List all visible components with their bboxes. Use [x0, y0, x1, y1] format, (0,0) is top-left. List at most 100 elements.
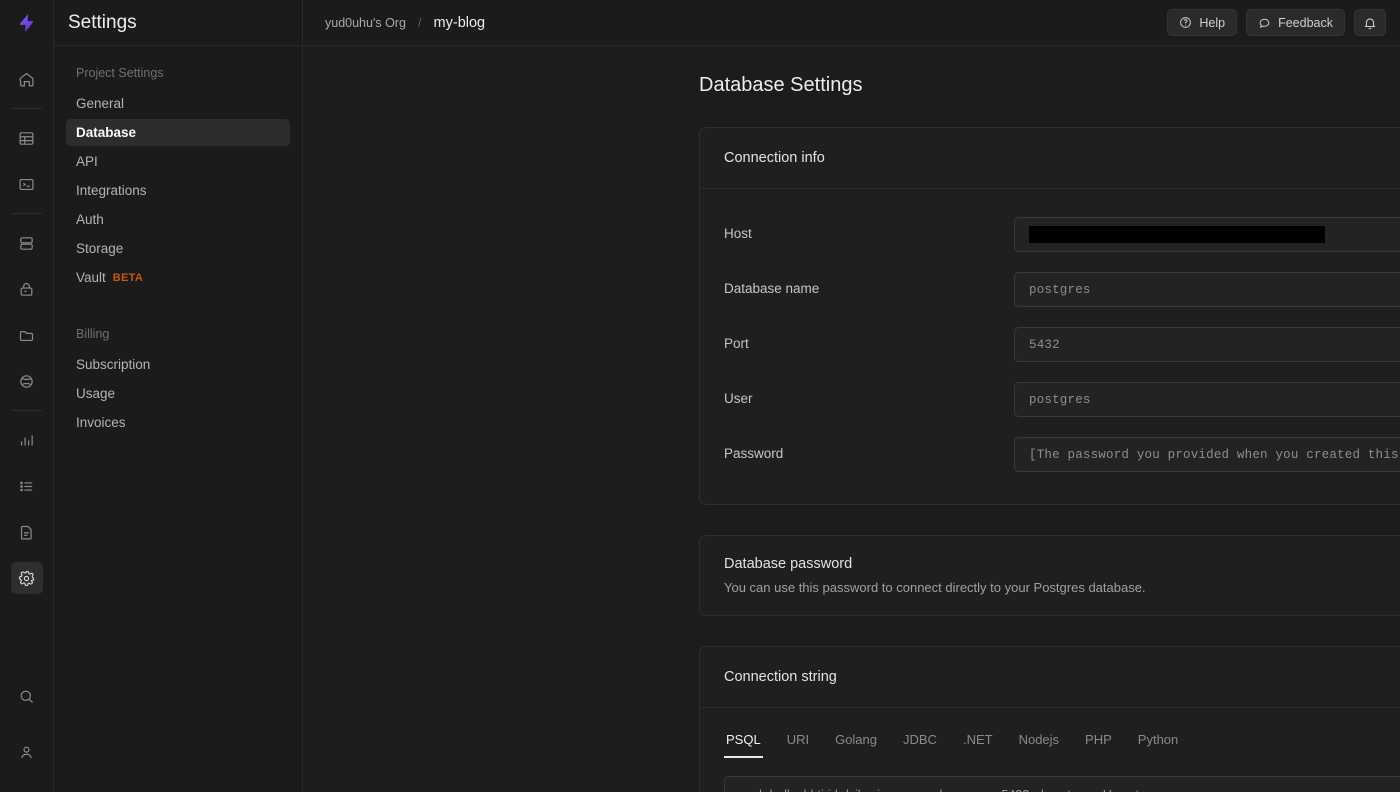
rail-item-table-editor[interactable] — [11, 122, 43, 154]
field-label-port: Port — [724, 336, 749, 351]
sidebar-item-vault[interactable]: Vault BETA — [66, 264, 290, 291]
tab-label: Golang — [835, 732, 877, 747]
host-input[interactable]: Copy — [1014, 217, 1400, 252]
connection-string-input[interactable]: psql -h db.zbbtjrjdrdcikasjwrmv.supabase… — [724, 776, 1400, 792]
feedback-button[interactable]: Feedback — [1246, 9, 1345, 36]
field-row-user: User postgres Copy — [724, 372, 1400, 427]
sidebar-item-label: API — [76, 154, 98, 169]
connection-info-body: Host Copy — [700, 189, 1400, 504]
sidebar-item-auth[interactable]: Auth — [66, 206, 290, 233]
tab-golang[interactable]: Golang — [833, 726, 879, 758]
top-bar: yud0uhu's Org / my-blog Help Feedback — [303, 0, 1400, 46]
field-row-database-name: Database name postgres Copy — [724, 262, 1400, 317]
sidebar-item-label: Vault — [76, 270, 106, 285]
notifications-button[interactable] — [1354, 9, 1386, 36]
connection-string-panel: Connection string PSQL URI Golang JDBC .… — [699, 646, 1400, 792]
database-password-description: You can use this password to connect dir… — [724, 580, 1146, 595]
settings-sidebar: Settings Project Settings General Databa… — [54, 0, 303, 792]
tab-uri[interactable]: URI — [785, 726, 811, 758]
sidebar-item-subscription[interactable]: Subscription — [66, 351, 290, 378]
help-button[interactable]: Help — [1167, 9, 1238, 36]
user-input[interactable]: postgres Copy — [1014, 382, 1400, 417]
rail-item-authentication[interactable] — [11, 273, 43, 305]
sidebar-item-label: Usage — [76, 386, 116, 401]
rail-item-settings[interactable] — [10, 562, 43, 594]
content-scroll-area[interactable]: Database Settings Connection info Host D… — [303, 46, 1400, 792]
tab-jdbc[interactable]: JDBC — [901, 726, 939, 758]
rail-item-logs[interactable] — [11, 470, 43, 502]
database-name-input[interactable]: postgres Copy — [1014, 272, 1400, 307]
sidebar-nav: Project Settings General Database API In… — [54, 46, 302, 438]
tab-label: JDBC — [903, 732, 937, 747]
sidebar-item-general[interactable]: General — [66, 90, 290, 117]
database-password-panel: Database password You can use this passw… — [699, 535, 1400, 616]
rail-divider — [11, 213, 42, 214]
sidebar-item-label: Subscription — [76, 357, 151, 372]
main-area: yud0uhu's Org / my-blog Help Feedback Da… — [303, 0, 1400, 792]
sidebar-item-api[interactable]: API — [66, 148, 290, 175]
tab-psql[interactable]: PSQL — [724, 726, 763, 758]
sidebar-item-integrations[interactable]: Integrations — [66, 177, 290, 204]
connection-string-header: Connection string — [700, 647, 1400, 708]
primary-nav-rail — [0, 0, 54, 792]
question-circle-icon — [1179, 16, 1192, 29]
rail-item-api-docs[interactable] — [11, 516, 43, 548]
chat-bubble-icon — [1258, 16, 1271, 29]
rail-divider — [11, 108, 42, 109]
connection-string-tabs: PSQL URI Golang JDBC .NET Nodejs PHP Pyt… — [724, 726, 1400, 758]
nav-group-label-billing: Billing — [76, 327, 110, 341]
connection-string-title: Connection string — [724, 669, 837, 685]
rail-item-reports[interactable] — [11, 424, 43, 456]
connection-info-header: Connection info — [700, 128, 1400, 189]
redaction-bar — [1029, 226, 1325, 243]
rail-item-storage[interactable] — [11, 319, 43, 351]
rail-item-account[interactable] — [11, 736, 43, 768]
sidebar-item-database[interactable]: Database — [66, 119, 290, 146]
rail-bottom-group — [11, 668, 43, 792]
field-row-host: Host Copy — [724, 207, 1400, 262]
tab-label: Python — [1137, 732, 1179, 747]
sidebar-item-label: Database — [76, 125, 137, 140]
field-label-host: Host — [724, 226, 752, 241]
database-password-title: Database password — [724, 556, 853, 572]
field-row-password: Password [The password you provided when… — [724, 427, 1400, 482]
rail-item-sql-editor[interactable] — [11, 168, 43, 200]
rail-item-edge-functions[interactable] — [11, 365, 43, 397]
sidebar-item-label: Auth — [76, 212, 104, 227]
tab-label: PSQL — [726, 732, 761, 747]
sidebar-item-label: General — [76, 96, 125, 111]
password-placeholder-value: [The password you provided when you crea… — [1029, 447, 1400, 462]
rail-item-home[interactable] — [11, 63, 43, 95]
tab-label: URI — [786, 732, 810, 747]
rail-item-search[interactable] — [11, 680, 43, 712]
breadcrumb-separator: / — [417, 15, 422, 30]
connection-string-value: psql -h db.zbbtjrjdrdcikasjwrmv.supabase… — [739, 788, 1163, 792]
sidebar-item-storage[interactable]: Storage — [66, 235, 290, 262]
breadcrumb-org[interactable]: yud0uhu's Org — [325, 16, 406, 30]
breadcrumb-project[interactable]: my-blog — [434, 15, 486, 31]
database-name-value: postgres — [1029, 282, 1091, 297]
database-password-body: Database password You can use this passw… — [700, 536, 1400, 615]
supabase-logo[interactable] — [0, 0, 53, 46]
tab-php[interactable]: PHP — [1083, 726, 1114, 758]
bell-icon — [1363, 16, 1377, 30]
field-label-password: Password — [724, 446, 784, 461]
nav-group-label-project-settings: Project Settings — [76, 66, 164, 80]
tab-label: PHP — [1085, 732, 1112, 747]
password-input[interactable]: [The password you provided when you crea… — [1014, 437, 1400, 472]
field-label-user: User — [724, 391, 753, 406]
sidebar-item-usage[interactable]: Usage — [66, 380, 290, 407]
tab-python[interactable]: Python — [1136, 726, 1180, 758]
top-bar-actions: Help Feedback — [1167, 9, 1386, 36]
tab-nodejs[interactable]: Nodejs — [1017, 726, 1061, 758]
port-input[interactable]: 5432 Copy — [1014, 327, 1400, 362]
help-button-label: Help — [1199, 15, 1226, 30]
sidebar-item-invoices[interactable]: Invoices — [66, 409, 290, 436]
app-root: Settings Project Settings General Databa… — [0, 0, 1400, 792]
sidebar-item-label: Invoices — [76, 415, 126, 430]
connection-string-body: PSQL URI Golang JDBC .NET Nodejs PHP Pyt… — [700, 708, 1400, 792]
tab-dotnet[interactable]: .NET — [961, 726, 995, 758]
rail-item-database[interactable] — [11, 227, 43, 259]
user-value: postgres — [1029, 392, 1091, 407]
